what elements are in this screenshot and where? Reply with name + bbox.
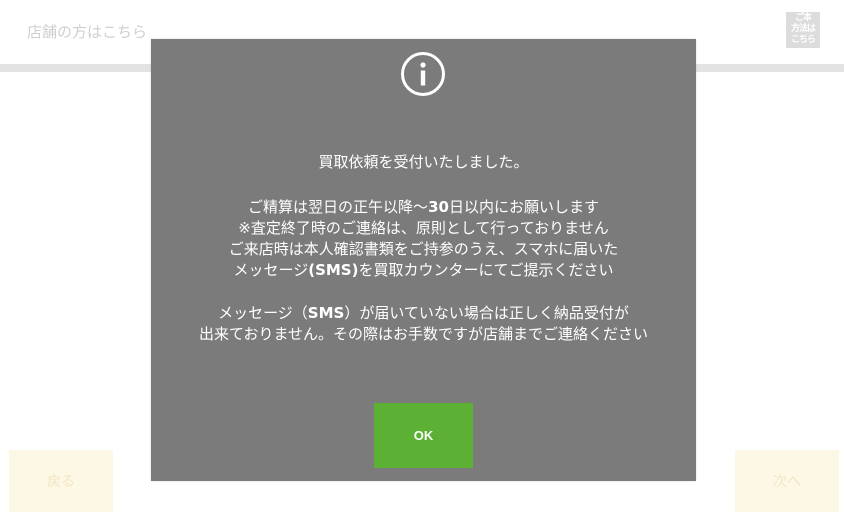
store-guide-icon[interactable]: ご本 方法は こちら [786, 12, 820, 48]
dialog-line-no-contact: ※査定終了時のご連絡は、原則として行っておりません [238, 219, 609, 237]
store-staff-link[interactable]: 店舗の方はこちら [27, 21, 147, 42]
dialog-line-bring-id: ご来店時は本人確認書類をご持参のうえ、スマホに届いた [228, 240, 619, 258]
next-button[interactable]: 次へ [735, 450, 839, 512]
dialog-line-show-sms: メッセージ(SMS)を買取カウンターにてご提示ください [233, 261, 614, 279]
confirmation-dialog: 買取依頼を受付いたしました。 ご精算は翌日の正午以降〜30日以内にお願いします … [151, 39, 696, 481]
dialog-line-contact-store: 出来ておりません。その際はお手数ですが店舗までご連絡ください [198, 325, 649, 343]
back-button[interactable]: 戻る [9, 450, 113, 512]
screen: 店舗の方はこちら ご本 方法は こちら 戻る 次へ 買取依頼を受付いたしました。 ご… [0, 0, 844, 519]
dialog-line-settlement: ご精算は翌日の正午以降〜30日以内にお願いします [248, 198, 599, 216]
ok-button[interactable]: OK [374, 403, 473, 468]
info-circle-icon [401, 52, 445, 96]
dialog-line-sms-warning: メッセージ（SMS）が届いていない場合は正しく納品受付が [218, 304, 629, 322]
dialog-title: 買取依頼を受付いたしました。 [318, 153, 529, 171]
